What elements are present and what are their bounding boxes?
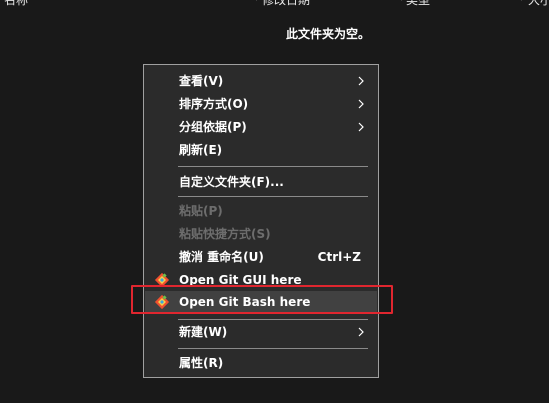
- menu-item-label: 刷新(E): [179, 143, 223, 157]
- menu-item-paste: 粘贴(P): [145, 200, 377, 222]
- chevron-right-icon: [358, 327, 364, 337]
- menu-item-label: 查看(V): [179, 74, 224, 88]
- column-divider: [256, 0, 257, 1]
- menu-item-view[interactable]: 查看(V): [145, 70, 377, 92]
- context-menu: 查看(V) 排序方式(O) 分组依据(P) 刷新(E) 自定义文件夹(F)...…: [143, 64, 379, 378]
- menu-item-label: 分组依据(P): [179, 120, 247, 134]
- column-header-name[interactable]: 名称: [4, 0, 44, 9]
- menu-item-sort-by[interactable]: 排序方式(O): [145, 93, 377, 115]
- menu-item-customize-folder[interactable]: 自定义文件夹(F)...: [145, 171, 377, 193]
- menu-item-label: 撤消 重命名(U): [179, 250, 264, 264]
- menu-separator: [178, 166, 368, 167]
- chevron-right-icon: [358, 99, 364, 109]
- chevron-right-icon: [358, 76, 364, 86]
- menu-item-new[interactable]: 新建(W): [145, 321, 377, 343]
- column-divider: [521, 0, 522, 1]
- menu-item-label: 自定义文件夹(F)...: [179, 175, 284, 189]
- annotation-highlight-box: [131, 285, 393, 314]
- menu-item-label: 排序方式(O): [179, 97, 249, 111]
- menu-item-undo-rename[interactable]: 撤消 重命名(U) Ctrl+Z: [145, 246, 377, 268]
- column-header-type[interactable]: 类型: [406, 0, 446, 9]
- empty-folder-message: 此文件夹为空。: [286, 27, 371, 41]
- chevron-right-icon: [358, 122, 364, 132]
- column-header-modified[interactable]: 修改日期: [262, 0, 342, 9]
- menu-separator: [178, 319, 368, 320]
- column-divider: [401, 0, 402, 1]
- column-header-size[interactable]: 大小: [528, 0, 549, 9]
- menu-item-label: 粘贴(P): [179, 204, 223, 218]
- menu-separator: [178, 196, 368, 197]
- column-header-bar: 名称 修改日期 类型 大小: [0, 0, 549, 9]
- menu-item-shortcut: Ctrl+Z: [317, 250, 361, 264]
- menu-separator: [178, 348, 368, 349]
- menu-item-group-by[interactable]: 分组依据(P): [145, 116, 377, 138]
- menu-item-label: 粘贴快捷方式(S): [179, 227, 271, 241]
- menu-item-properties[interactable]: 属性(R): [145, 352, 377, 374]
- menu-item-paste-shortcut: 粘贴快捷方式(S): [145, 223, 377, 245]
- menu-item-refresh[interactable]: 刷新(E): [145, 139, 377, 161]
- menu-item-label: 属性(R): [179, 356, 224, 370]
- menu-item-label: 新建(W): [179, 325, 228, 339]
